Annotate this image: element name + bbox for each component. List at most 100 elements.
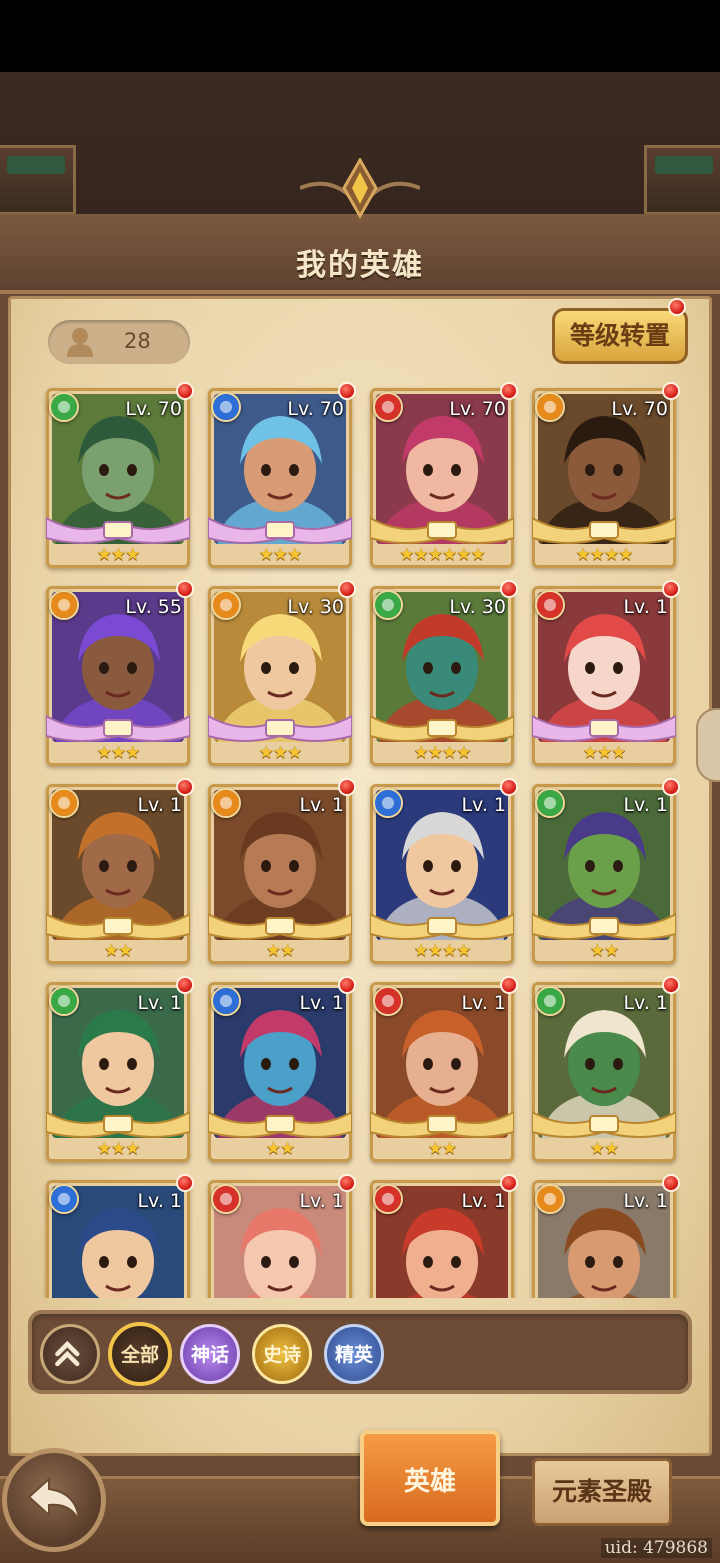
hero-card[interactable]: Lv. 1 ★★: [531, 976, 680, 1162]
rank-banner: [45, 508, 191, 548]
hero-card[interactable]: Lv. 1 ★★★★: [369, 778, 518, 964]
nature-icon: [49, 392, 79, 422]
side-handle[interactable]: [696, 708, 720, 782]
hero-card[interactable]: Lv. 1 ★★: [369, 976, 518, 1162]
collapse-button[interactable]: [40, 1324, 100, 1384]
star-rating: ★★★: [258, 545, 303, 565]
hero-card[interactable]: Lv. 70 ★★★: [207, 382, 356, 568]
notification-dot: [500, 580, 518, 598]
notification-dot: [338, 382, 356, 400]
hero-grid: Lv. 70 ★★★ Lv. 70 ★★★ Lv. 70 ★★★★★★ Lv. 70 ★★★★…: [30, 378, 690, 1298]
hero-card[interactable]: Lv. 1: [208, 1174, 356, 1298]
left-pillar-decoration: [0, 145, 76, 215]
star-rating: ★★★: [96, 1139, 141, 1159]
hero-level: Lv. 1: [299, 992, 344, 1014]
rank-banner: [369, 508, 515, 548]
light-icon: [535, 392, 565, 422]
fire-icon: [373, 986, 403, 1016]
rank-banner: [531, 508, 677, 548]
star-rating: ★★★: [582, 743, 627, 763]
rank-banner: [207, 904, 353, 944]
rank-banner: [531, 706, 677, 746]
notification-dot: [176, 382, 194, 400]
hero-card[interactable]: Lv. 30 ★★★: [207, 580, 356, 766]
water-icon: [49, 1184, 79, 1214]
star-rating: ★★: [103, 941, 133, 961]
double-chevron-up-icon: [55, 1340, 80, 1367]
notification-dot: [338, 1174, 356, 1192]
hero-card[interactable]: Lv. 1 ★★★: [45, 976, 194, 1162]
hero-level: Lv. 1: [623, 1190, 668, 1212]
hero-card[interactable]: Lv. 1 ★★: [207, 976, 356, 1162]
light-icon: [49, 788, 79, 818]
nature-icon: [373, 590, 403, 620]
fire-icon: [373, 1184, 403, 1214]
star-rating: ★★: [589, 1139, 619, 1159]
hero-card[interactable]: Lv. 55 ★★★: [45, 580, 194, 766]
hero-level: Lv. 70: [611, 398, 668, 420]
rank-banner: [369, 1102, 515, 1142]
hero-card[interactable]: Lv. 1: [532, 1174, 680, 1298]
hero-level: Lv. 1: [461, 992, 506, 1014]
notification-dot: [338, 580, 356, 598]
hero-card[interactable]: Lv. 70 ★★★: [45, 382, 194, 568]
hero-card[interactable]: Lv. 70 ★★★★★★: [369, 382, 518, 568]
filter-epic-button[interactable]: 史诗: [252, 1324, 312, 1384]
hero-card[interactable]: Lv. 1 ★★: [207, 778, 356, 964]
hero-level: Lv. 1: [137, 992, 182, 1014]
hero-card[interactable]: Lv. 1 ★★★: [531, 580, 680, 766]
tab-element-temple[interactable]: 元素圣殿: [532, 1458, 672, 1526]
water-icon: [211, 392, 241, 422]
rank-banner: [207, 508, 353, 548]
rank-banner: [45, 706, 191, 746]
notification-dot: [668, 298, 686, 316]
hero-card[interactable]: Lv. 1 ★★: [531, 778, 680, 964]
notification-dot: [500, 1174, 518, 1192]
person-icon: [67, 328, 93, 357]
fire-icon: [535, 590, 565, 620]
notification-dot: [500, 382, 518, 400]
notification-dot: [662, 382, 680, 400]
back-button[interactable]: [2, 1448, 106, 1552]
back-arrow-icon: [27, 1476, 80, 1522]
hero-card[interactable]: Lv. 30 ★★★★: [369, 580, 518, 766]
notification-dot: [338, 976, 356, 994]
rank-banner: [369, 904, 515, 944]
hero-card[interactable]: Lv. 1: [46, 1174, 194, 1298]
notification-dot: [662, 778, 680, 796]
nature-icon: [49, 986, 79, 1016]
filter-myth-button[interactable]: 神话: [180, 1324, 240, 1384]
tab-hero[interactable]: 英雄: [360, 1430, 500, 1526]
filter-all-button[interactable]: 全部: [108, 1322, 172, 1386]
star-rating: ★★: [427, 1139, 457, 1159]
nature-icon: [535, 788, 565, 818]
level-reset-button[interactable]: 等级转置: [552, 308, 688, 364]
star-rating: ★★★★: [575, 545, 634, 565]
light-icon: [49, 590, 79, 620]
rank-banner: [45, 904, 191, 944]
notification-dot: [176, 976, 194, 994]
rank-banner: [207, 1102, 353, 1142]
notification-dot: [662, 580, 680, 598]
star-rating: ★★★: [96, 545, 141, 565]
right-pillar-decoration: [644, 145, 720, 215]
hero-level: Lv. 1: [461, 1190, 506, 1212]
uid-label: uid: 479868: [600, 1538, 712, 1558]
hero-level: Lv. 1: [623, 596, 668, 618]
filter-elite-button[interactable]: 精英: [324, 1324, 384, 1384]
hero-card[interactable]: Lv. 70 ★★★★: [531, 382, 680, 568]
hero-card[interactable]: Lv. 1: [370, 1174, 518, 1298]
hero-level: Lv. 1: [299, 794, 344, 816]
light-icon: [211, 788, 241, 818]
notification-dot: [176, 1174, 194, 1192]
hero-level: Lv. 1: [461, 794, 506, 816]
light-icon: [535, 1184, 565, 1214]
star-rating: ★★★★★★: [399, 545, 485, 565]
hero-level: Lv. 1: [137, 1190, 182, 1212]
notification-dot: [176, 778, 194, 796]
star-rating: ★★★: [96, 743, 141, 763]
fire-icon: [373, 392, 403, 422]
hero-card[interactable]: Lv. 1 ★★: [45, 778, 194, 964]
notification-dot: [662, 1174, 680, 1192]
notification-dot: [176, 580, 194, 598]
